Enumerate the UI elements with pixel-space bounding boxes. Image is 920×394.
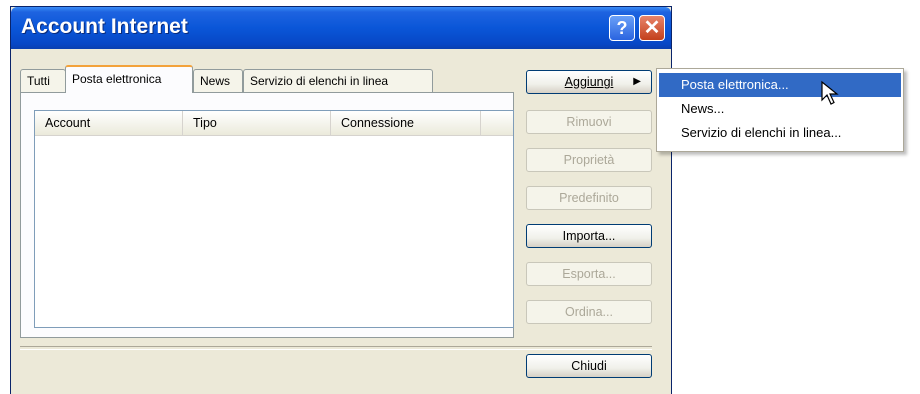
title-bar[interactable]: Account Internet ? ✕ xyxy=(11,7,671,49)
menu-item-posta-elettronica[interactable]: Posta elettronica... xyxy=(659,73,901,97)
tab-news[interactable]: News xyxy=(193,69,243,92)
aggiungi-label: Aggiungi xyxy=(564,75,614,89)
divider xyxy=(20,346,652,350)
column-header-tipo[interactable]: Tipo xyxy=(183,111,331,135)
menu-item-servizio-elenchi[interactable]: Servizio di elenchi in linea... xyxy=(659,121,901,145)
close-button[interactable]: ✕ xyxy=(639,15,665,41)
predefinito-button[interactable]: Predefinito xyxy=(526,186,652,210)
list-header: Account Tipo Connessione xyxy=(35,111,513,136)
tab-tutti[interactable]: Tutti xyxy=(20,69,66,92)
column-header-account[interactable]: Account xyxy=(35,111,183,135)
rimuovi-button[interactable]: Rimuovi xyxy=(526,110,652,134)
esporta-button[interactable]: Esporta... xyxy=(526,262,652,286)
column-header-connessione[interactable]: Connessione xyxy=(331,111,481,135)
menu-item-news[interactable]: News... xyxy=(659,97,901,121)
aggiungi-submenu: Posta elettronica... News... Servizio di… xyxy=(656,68,904,152)
tab-posta-elettronica[interactable]: Posta elettronica xyxy=(65,65,193,93)
account-list[interactable]: Account Tipo Connessione xyxy=(34,110,514,328)
chiudi-button[interactable]: Chiudi xyxy=(526,354,652,378)
ordina-button[interactable]: Ordina... xyxy=(526,300,652,324)
importa-button[interactable]: Importa... xyxy=(526,224,652,248)
submenu-arrow-icon: ▶ xyxy=(633,76,641,87)
mouse-pointer-icon xyxy=(821,80,839,105)
aggiungi-button[interactable]: Aggiungi ▶ xyxy=(526,70,652,94)
tab-servizio-elenchi[interactable]: Servizio di elenchi in linea xyxy=(243,69,433,92)
proprieta-button[interactable]: Proprietà xyxy=(526,148,652,172)
help-button[interactable]: ? xyxy=(609,15,635,41)
window-title: Account Internet xyxy=(21,15,188,38)
